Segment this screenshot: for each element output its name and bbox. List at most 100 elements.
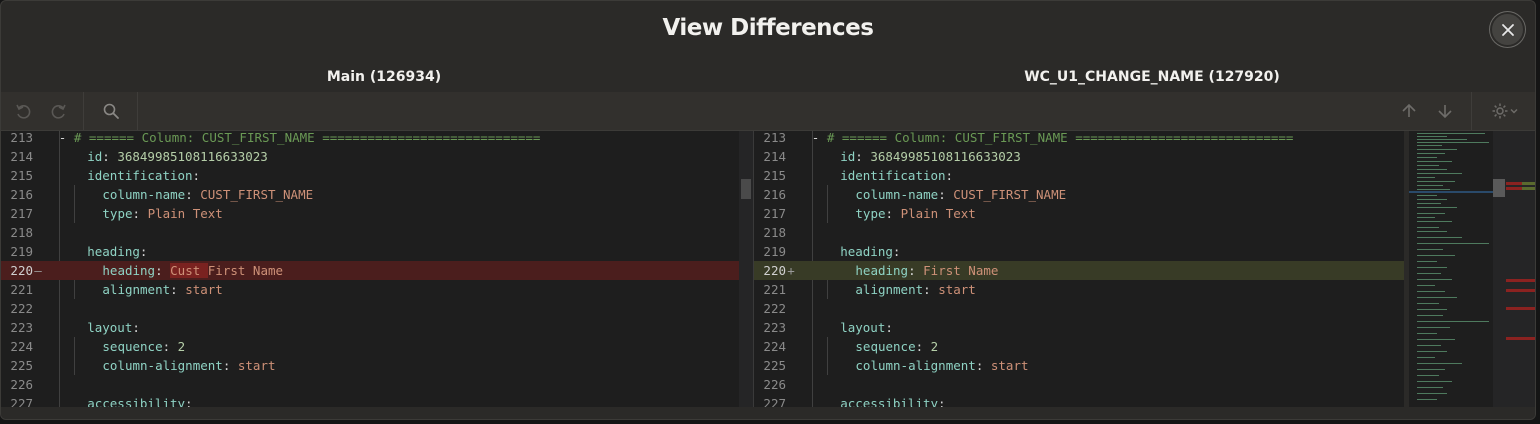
gear-icon (1492, 103, 1508, 119)
code-line[interactable]: 214 id: 36849985108116633023 (1, 147, 739, 166)
overview-diff-marker (1522, 307, 1535, 310)
code-token: - (811, 131, 827, 145)
code-line[interactable]: 219 heading: (754, 242, 1404, 261)
code-token: column-alignment (855, 358, 976, 373)
overview-ruler[interactable] (1493, 131, 1535, 407)
close-button[interactable] (1492, 14, 1523, 45)
code-token: identification (87, 168, 193, 183)
code-text: sequence: 2 (102, 337, 185, 356)
code-line[interactable]: 222 (754, 299, 1404, 318)
code-text: type: Plain Text (102, 204, 222, 223)
added-code-line[interactable]: 220 + heading: First Name (754, 261, 1404, 280)
overview-diff-marker (1506, 289, 1522, 292)
line-number: 227 (763, 396, 786, 407)
code-token: : (162, 339, 178, 354)
code-text: identification: (840, 166, 953, 185)
code-line[interactable]: 222 (1, 299, 739, 318)
code-line[interactable]: 223 layout: (1, 318, 739, 337)
overview-viewport-indicator[interactable] (1493, 179, 1505, 197)
arrow-up-icon (1402, 103, 1416, 117)
code-line[interactable]: 224 sequence: 2 (754, 337, 1404, 356)
code-token: : (908, 263, 924, 278)
line-number: 226 (763, 377, 786, 392)
code-line[interactable]: 215 identification: (754, 166, 1404, 185)
code-text: id: 36849985108116633023 (87, 147, 268, 166)
undo-button[interactable] (4, 92, 42, 130)
code-line[interactable]: 225 column-alignment: start (1, 356, 739, 375)
line-number: 217 (763, 206, 786, 221)
line-number: 224 (763, 339, 786, 354)
code-line[interactable]: 227 accessibility: (754, 394, 1404, 407)
code-line[interactable]: 218 (1, 223, 739, 242)
code-line[interactable]: 218 (754, 223, 1404, 242)
code-line[interactable]: 213 - # ====== Column: CUST_FIRST_NAME ==… (1, 131, 739, 147)
line-number: 221 (763, 282, 786, 297)
left-code-editor[interactable]: 213 - # ====== Column: CUST_FIRST_NAME ==… (1, 131, 739, 407)
addition-marker: + (787, 263, 795, 278)
code-line[interactable]: 214 id: 36849985108116633023 (754, 147, 1404, 166)
code-line[interactable]: 226 (1, 375, 739, 394)
code-token: alignment (102, 282, 171, 297)
line-number: 227 (10, 396, 33, 407)
code-token: : (915, 339, 931, 354)
deletion-marker: — (34, 263, 42, 278)
code-line[interactable]: 217 type: Plain Text (754, 204, 1404, 223)
line-number: 225 (10, 358, 33, 373)
minimap[interactable] (1409, 131, 1493, 407)
code-token: : (855, 149, 871, 164)
left-vertical-scrollbar[interactable] (739, 131, 753, 407)
code-token: # ====== Column: CUST_FIRST_NAME =======… (73, 131, 541, 145)
previous-difference-button[interactable] (1390, 92, 1428, 130)
line-number: 226 (10, 377, 33, 392)
code-token: : (938, 187, 954, 202)
code-line[interactable]: 227 accessibility: (1, 394, 739, 407)
overview-diff-marker (1506, 279, 1522, 282)
next-difference-button[interactable] (1426, 92, 1464, 130)
search-button[interactable] (92, 92, 130, 130)
code-token: start (185, 282, 223, 297)
overview-diff-marker (1506, 337, 1522, 340)
code-token: CUST_FIRST_NAME (953, 187, 1067, 202)
line-number: 213 (10, 131, 33, 145)
dialog-title: View Differences (662, 15, 874, 41)
line-number: 215 (10, 168, 33, 183)
line-number: 220 (763, 263, 786, 278)
code-token: type (102, 206, 133, 221)
code-token: heading (87, 244, 140, 259)
overview-diff-marker (1506, 182, 1522, 185)
deleted-code-line[interactable]: 220— heading: Cust First Name (1, 261, 739, 280)
code-line[interactable]: 221 alignment: start (1, 280, 739, 299)
scrollbar-thumb[interactable] (741, 179, 751, 199)
code-token: : (892, 244, 901, 259)
code-line[interactable]: 215 identification: (1, 166, 739, 185)
code-line[interactable]: 216 column-name: CUST_FIRST_NAME (754, 185, 1404, 204)
right-code-editor[interactable]: 213 - # ====== Column: CUST_FIRST_NAME ==… (754, 131, 1404, 407)
code-line[interactable]: 219 heading: (1, 242, 739, 261)
code-text: heading: (87, 242, 147, 261)
line-number: 223 (10, 320, 33, 335)
line-number: 218 (10, 225, 33, 240)
code-line[interactable]: 223 layout: (754, 318, 1404, 337)
settings-menu-button[interactable] (1482, 92, 1528, 130)
code-token: 36849985108116633023 (117, 149, 268, 164)
code-text: column-alignment: start (855, 356, 1028, 375)
redo-button[interactable] (40, 92, 78, 130)
code-line[interactable]: 224 sequence: 2 (1, 337, 739, 356)
code-line[interactable]: 217 type: Plain Text (1, 204, 739, 223)
code-line[interactable]: 225 column-alignment: start (754, 356, 1404, 375)
code-token: - (58, 131, 74, 145)
code-line[interactable]: 226 (754, 375, 1404, 394)
code-token: : (155, 263, 171, 278)
code-token: : (139, 244, 148, 259)
code-text: layout: (840, 318, 893, 337)
code-line[interactable]: 221 alignment: start (754, 280, 1404, 299)
code-text: accessibility: (87, 394, 192, 407)
line-number: 219 (763, 244, 786, 259)
code-line[interactable]: 213 - # ====== Column: CUST_FIRST_NAME ==… (754, 131, 1404, 147)
code-token: : (945, 168, 954, 183)
code-token: heading (855, 263, 909, 278)
diff-toolbar (1, 92, 1535, 131)
code-line[interactable]: 216 column-name: CUST_FIRST_NAME (1, 185, 739, 204)
line-number: 222 (10, 301, 33, 316)
left-pane-title: Main (126934) (326, 69, 442, 85)
